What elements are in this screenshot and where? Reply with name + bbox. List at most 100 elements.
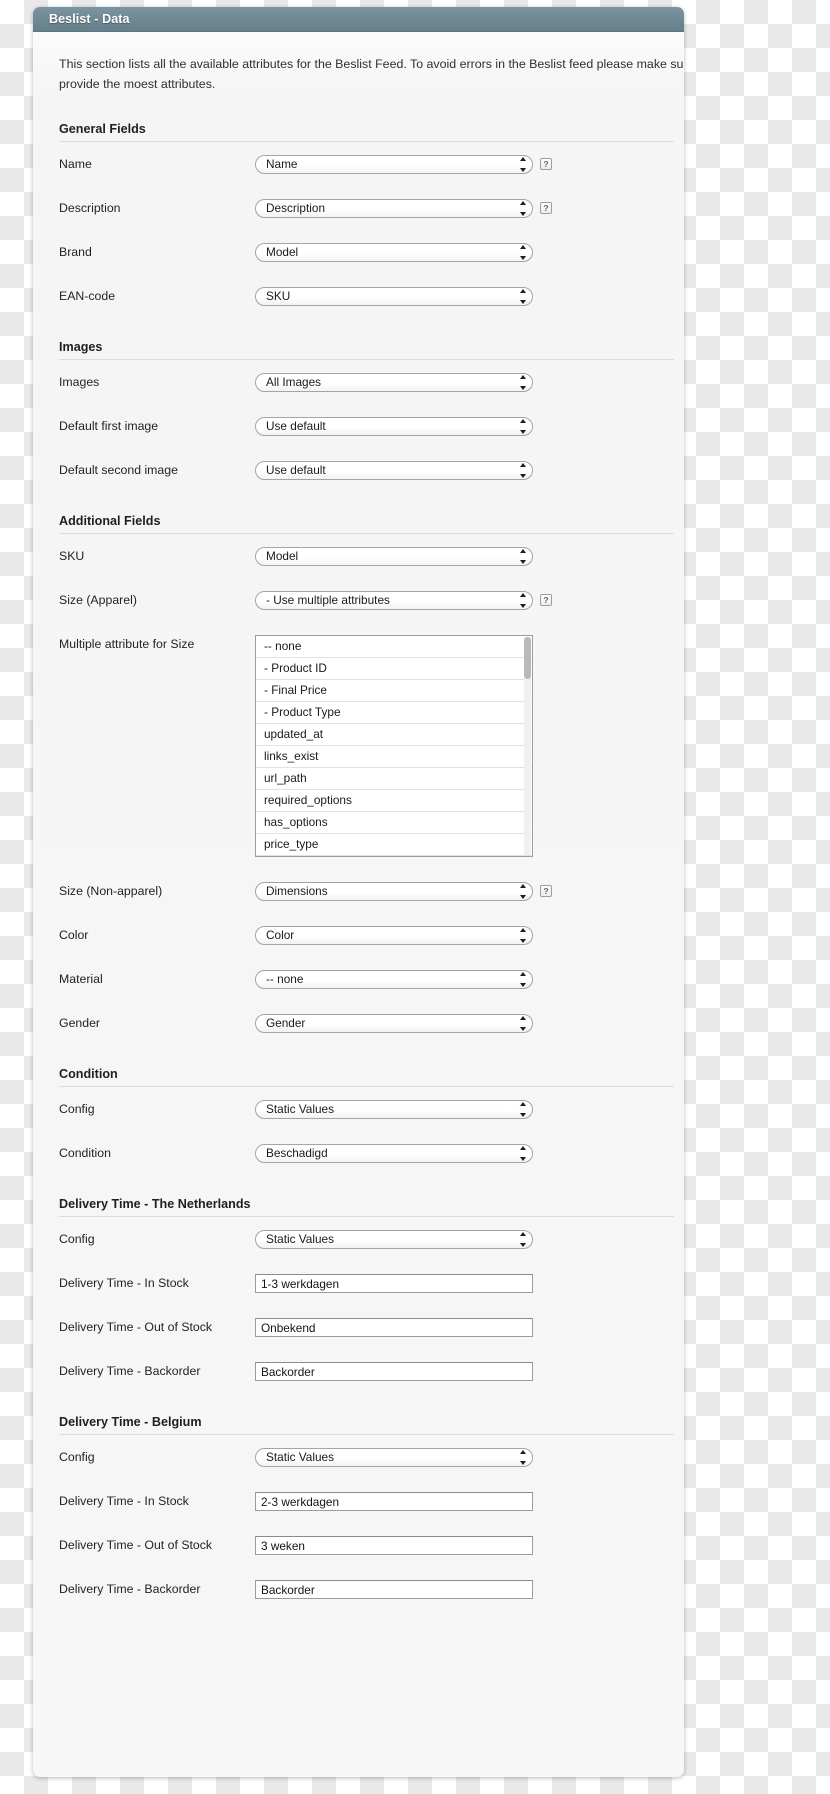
select-brand[interactable]: Model (255, 243, 533, 263)
select-wrapper: SKU (255, 287, 533, 307)
help-icon[interactable]: ? (540, 885, 552, 898)
intro-line-1: This section lists all the available att… (59, 57, 684, 71)
panel-body: This section lists all the available att… (33, 32, 684, 1634)
section-heading-general-fields: General Fields (59, 122, 674, 143)
select-wrapper: Color (255, 926, 533, 946)
form-row: Delivery Time - Backorder (33, 1349, 684, 1393)
help-icon[interactable]: ? (540, 594, 552, 607)
select-config[interactable]: Static Values (255, 1230, 533, 1250)
panel-title: Beslist - Data (49, 12, 130, 26)
intro-text: This section lists all the available att… (33, 32, 684, 100)
form-row: Gender Gender (33, 1001, 684, 1045)
text-input-delivery-time-in-stock[interactable] (255, 1274, 533, 1294)
section-heading-additional-fields: Additional Fields (59, 514, 674, 535)
field-control: Name? (255, 155, 552, 175)
section-heading-delivery-time-belgium: Delivery Time - Belgium (59, 1415, 674, 1436)
select-config[interactable]: Static Values (255, 1100, 533, 1120)
field-label-multiple-attribute-for-size: Multiple attribute for Size (59, 637, 195, 652)
listbox-option[interactable]: - Final Price (256, 680, 532, 703)
select-description[interactable]: Description (255, 199, 533, 219)
field-label-default-first-image: Default first image (59, 419, 159, 434)
select-wrapper: Use default (255, 417, 533, 437)
field-control: -- none - Product ID - Final Price - Produc… (255, 635, 533, 858)
select-images[interactable]: All Images (255, 373, 533, 393)
listbox-option[interactable]: links_exist (256, 746, 532, 769)
section-heading-condition: Condition (59, 1067, 674, 1088)
select-config[interactable]: Static Values (255, 1448, 533, 1468)
text-input-delivery-time-in-stock[interactable] (255, 1492, 533, 1512)
select-gender[interactable]: Gender (255, 1014, 533, 1034)
field-control: - Use multiple attributes? (255, 591, 552, 611)
field-control (255, 1492, 533, 1512)
select-size-non-apparel[interactable]: Dimensions (255, 882, 533, 902)
select-wrapper: - Use multiple attributes (255, 591, 533, 611)
listbox-scrollbar-thumb[interactable] (524, 637, 531, 680)
field-control: Beschadigd (255, 1144, 533, 1164)
intro-line-2: provide the moest attributes. (59, 77, 216, 92)
field-label-delivery-time-out-of-stock: Delivery Time - Out of Stock (59, 1538, 213, 1553)
listbox-option[interactable]: price_type (256, 834, 532, 857)
field-control: Model (255, 243, 533, 263)
select-default-second-image[interactable]: Use default (255, 461, 533, 481)
listbox-option[interactable]: - Product Type (256, 702, 532, 725)
field-label-ean-code: EAN-code (59, 289, 116, 304)
multi-select-listbox[interactable]: -- none - Product ID - Final Price - Produc… (255, 635, 533, 858)
form-row: Config Static Values (33, 1435, 684, 1479)
field-label-gender: Gender (59, 1016, 101, 1031)
select-material[interactable]: -- none (255, 970, 533, 990)
listbox-option[interactable]: - Product ID (256, 658, 532, 681)
form-row: Delivery Time - In Stock (33, 1261, 684, 1305)
select-condition[interactable]: Beschadigd (255, 1144, 533, 1164)
select-name[interactable]: Name (255, 155, 533, 175)
form-row: Condition Beschadigd (33, 1131, 684, 1175)
field-control (255, 1580, 533, 1600)
field-label-material: Material (59, 972, 103, 987)
form-row: Delivery Time - In Stock (33, 1479, 684, 1523)
field-control: All Images (255, 373, 533, 393)
form-row: Delivery Time - Out of Stock (33, 1305, 684, 1349)
select-default-first-image[interactable]: Use default (255, 417, 533, 437)
beslist-data-panel: Beslist - Data This section lists all th… (33, 7, 684, 1777)
select-wrapper: Dimensions (255, 882, 533, 902)
form-row: Config Static Values (33, 1217, 684, 1261)
text-input-delivery-time-backorder[interactable] (255, 1362, 533, 1382)
field-control: Model (255, 547, 533, 567)
form-row: Multiple attribute for Size -- none - Prod… (33, 622, 684, 869)
select-ean-code[interactable]: SKU (255, 287, 533, 307)
field-control: Color (255, 926, 533, 946)
select-wrapper: Model (255, 547, 533, 567)
listbox-option[interactable]: url_path (256, 768, 532, 791)
select-wrapper: Model (255, 243, 533, 263)
select-wrapper: Use default (255, 461, 533, 481)
text-input-delivery-time-out-of-stock[interactable] (255, 1318, 533, 1338)
help-icon[interactable]: ? (540, 158, 552, 171)
select-wrapper: Beschadigd (255, 1144, 533, 1164)
field-label-delivery-time-backorder: Delivery Time - Backorder (59, 1582, 201, 1597)
panel-header: Beslist - Data (33, 7, 684, 32)
select-color[interactable]: Color (255, 926, 533, 946)
help-icon[interactable]: ? (540, 202, 552, 215)
field-control: Use default (255, 461, 533, 481)
field-control (255, 1362, 533, 1382)
field-label-delivery-time-in-stock: Delivery Time - In Stock (59, 1494, 189, 1509)
section-heading-images: Images (59, 340, 674, 361)
field-control: Static Values (255, 1100, 533, 1120)
text-input-delivery-time-backorder[interactable] (255, 1580, 533, 1600)
listbox-option[interactable]: -- none (256, 636, 532, 659)
form-row: EAN-code SKU (33, 274, 684, 318)
select-size-apparel[interactable]: - Use multiple attributes (255, 591, 533, 611)
field-control: Static Values (255, 1230, 533, 1250)
listbox-option[interactable]: has_options (256, 812, 532, 835)
field-label-images: Images (59, 375, 100, 390)
field-label-size-non-apparel: Size (Non-apparel) (59, 884, 163, 899)
form-row: Brand Model (33, 230, 684, 274)
listbox-option[interactable]: required_options (256, 790, 532, 813)
select-sku[interactable]: Model (255, 547, 533, 567)
listbox-option[interactable]: updated_at (256, 724, 532, 747)
select-wrapper: Static Values (255, 1448, 533, 1468)
text-input-delivery-time-out-of-stock[interactable] (255, 1536, 533, 1556)
field-control: -- none (255, 970, 533, 990)
field-label-description: Description (59, 201, 121, 216)
field-control: Description? (255, 199, 552, 219)
form-row: Material -- none (33, 957, 684, 1001)
